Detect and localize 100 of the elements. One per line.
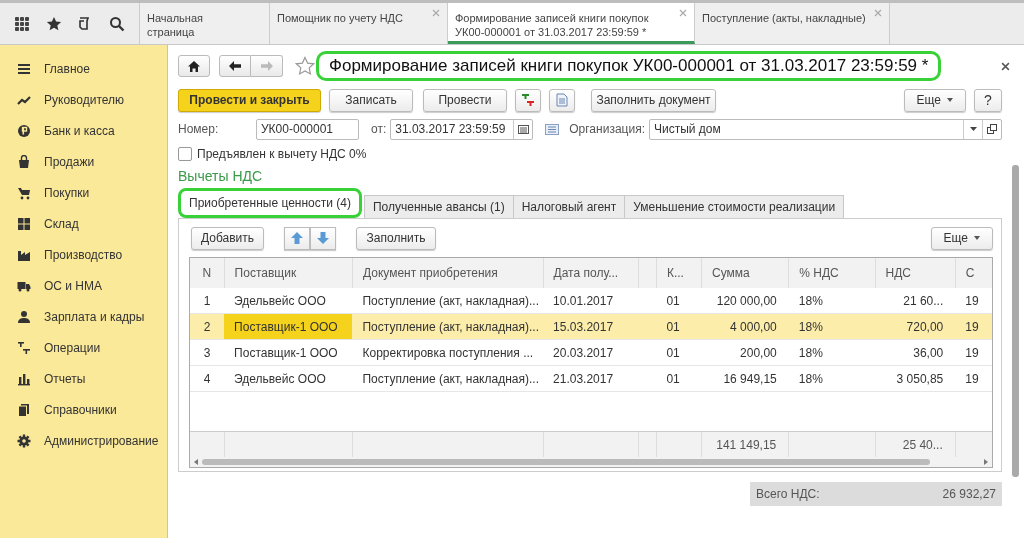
tab[interactable]: Уменьшение стоимости реализации	[624, 195, 845, 218]
number-cell: 3	[190, 339, 225, 366]
sidebar-item[interactable]: Главное	[0, 53, 167, 84]
column-header[interactable]: С	[955, 258, 992, 288]
tab[interactable]: Налоговый агент	[512, 195, 626, 218]
document-cell: Корректировка поступления ...	[352, 339, 544, 366]
amount-cell: 200,00	[701, 339, 789, 366]
number-cell: 2	[190, 313, 225, 340]
cart-icon	[17, 185, 31, 200]
total-cell: 25 40...	[875, 431, 956, 457]
move-down-button[interactable]	[310, 226, 336, 250]
debit-credit-icon	[521, 93, 535, 107]
star-icon[interactable]	[45, 15, 62, 32]
sidebar-item[interactable]: Операции	[0, 332, 167, 363]
vertical-scrollbar[interactable]	[1012, 165, 1019, 477]
fill-button[interactable]: Заполнить	[356, 226, 436, 250]
date-field[interactable]: 31.03.2017 23:59:59	[390, 118, 534, 140]
account-cell: 19	[955, 313, 992, 340]
rate-cell: 18%	[788, 365, 876, 392]
date-cell: 21.03.2017	[543, 365, 639, 392]
sidebar-item[interactable]: Продажи	[0, 146, 167, 177]
column-header[interactable]: Сумма	[701, 258, 789, 288]
checkbox-label[interactable]: Предъявлен к вычету НДС 0%	[197, 147, 367, 161]
document-icon	[556, 93, 568, 107]
column-header[interactable]: % НДС	[788, 258, 876, 288]
sidebar-item[interactable]: Зарплата и кадры	[0, 301, 167, 332]
close-icon[interactable]	[1001, 61, 1010, 71]
tab[interactable]: Формирование записей книги покупок УК00-000001 от 31.03.2017 23:59:59 *	[448, 3, 695, 44]
checkbox[interactable]	[178, 147, 192, 161]
table-row[interactable]: 2 Поставщик-1 ООО Поступление (акт, накладная)... 15.03.2017 01 4 000,00 18% 720,00 19	[190, 313, 992, 340]
column-header[interactable]: Поставщик	[224, 258, 353, 288]
coin-icon	[17, 123, 31, 138]
back-button[interactable]	[219, 55, 251, 77]
vat-cell: 3 050,85	[875, 365, 956, 392]
number-cell: 1	[190, 288, 225, 314]
column-header[interactable]: НДС	[875, 258, 956, 288]
code-cell: 01	[656, 288, 702, 314]
supplier-cell: Эдельвейс ООО	[224, 365, 353, 392]
total-value: 26 932,27	[942, 487, 996, 501]
scroll-left-icon[interactable]	[194, 459, 198, 465]
tab[interactable]: Приобретенные ценности (4)	[178, 188, 362, 218]
bar-chart-icon	[17, 371, 31, 386]
scroll-right-icon[interactable]	[984, 459, 988, 465]
apps-grid-icon[interactable]	[13, 15, 30, 32]
number-field[interactable]: УК00-000001	[256, 118, 359, 140]
table-row[interactable]: 3 Поставщик-1 ООО Корректировка поступления ... 20.03.2017 01 200,00 18% 36,00 19	[190, 339, 992, 366]
vat-cell: 720,00	[875, 313, 956, 340]
down-arrow-icon	[317, 232, 329, 244]
column-header[interactable]: Документ приобретения	[352, 258, 544, 288]
help-button[interactable]: ?	[974, 88, 1002, 112]
caret-icon	[947, 98, 953, 102]
post-button[interactable]: Провести	[423, 88, 507, 112]
supplier-cell: Поставщик-1 ООО	[224, 313, 353, 340]
add-button[interactable]: Добавить	[191, 226, 264, 250]
amount-cell: 4 000,00	[701, 313, 789, 340]
code-cell: 01	[656, 365, 702, 392]
column-header[interactable]: К...	[656, 258, 702, 288]
rate-cell: 18%	[788, 313, 876, 340]
horizontal-scrollbar[interactable]	[190, 457, 992, 467]
menu-icon	[17, 61, 31, 76]
more-button[interactable]: Еще	[903, 88, 966, 112]
date-cell: 15.03.2017	[543, 313, 639, 340]
sidebar-item[interactable]: Администрирование	[0, 425, 167, 456]
code-cell: 01	[656, 339, 702, 366]
more-button[interactable]: Еще	[930, 226, 993, 250]
person-icon	[17, 309, 31, 324]
gear-icon	[17, 433, 31, 448]
home-button[interactable]	[178, 55, 210, 77]
star-icon[interactable]	[295, 56, 315, 76]
ledger-button[interactable]	[515, 88, 541, 112]
organization-field[interactable]: Чистый дом	[648, 118, 1002, 140]
sidebar-item[interactable]: Справочники	[0, 394, 167, 425]
fill-document-button[interactable]: Заполнить документ	[591, 88, 716, 112]
document-cell: Поступление (акт, накладная)...	[352, 313, 544, 340]
date-cell: 10.01.2017	[543, 288, 639, 314]
save-button[interactable]: Записать	[329, 88, 413, 112]
warehouse-icon	[17, 216, 31, 231]
list-icon[interactable]	[545, 123, 560, 135]
search-icon[interactable]	[109, 15, 126, 32]
sidebar-item[interactable]: Склад	[0, 208, 167, 239]
account-cell: 19	[955, 339, 992, 366]
books-icon	[17, 402, 31, 417]
sidebar-item[interactable]: Руководителю	[0, 84, 167, 115]
rate-cell: 18%	[788, 339, 876, 366]
sidebar-item[interactable]: Банк и касса	[0, 115, 167, 146]
amount-cell: 16 949,15	[701, 365, 789, 392]
sidebar-item[interactable]: ОС и НМА	[0, 270, 167, 301]
tab[interactable]: Полученные авансы (1)	[363, 195, 514, 218]
table-row[interactable]: 4 Эдельвейс ООО Поступление (акт, накладная)... 21.03.2017 01 16 949,15 18% 3 050,85 19	[190, 365, 992, 392]
sidebar-item[interactable]: Покупки	[0, 177, 167, 208]
post-and-close-button[interactable]: Провести и закрыть	[178, 88, 321, 112]
sidebar-item[interactable]: Отчеты	[0, 363, 167, 394]
bag-icon	[17, 154, 31, 169]
number-label: Номер:	[178, 122, 220, 136]
column-header[interactable]: N	[190, 258, 225, 288]
sidebar-item[interactable]: Производство	[0, 239, 167, 270]
table-row[interactable]: 1 Эдельвейс ООО Поступление (акт, накладная)... 10.01.2017 01 120 000,00 18% 21 60... 19	[190, 288, 992, 314]
column-header[interactable]: Дата полу...	[543, 258, 639, 288]
amount-cell: 120 000,00	[701, 288, 789, 314]
move-up-button[interactable]	[284, 226, 310, 250]
